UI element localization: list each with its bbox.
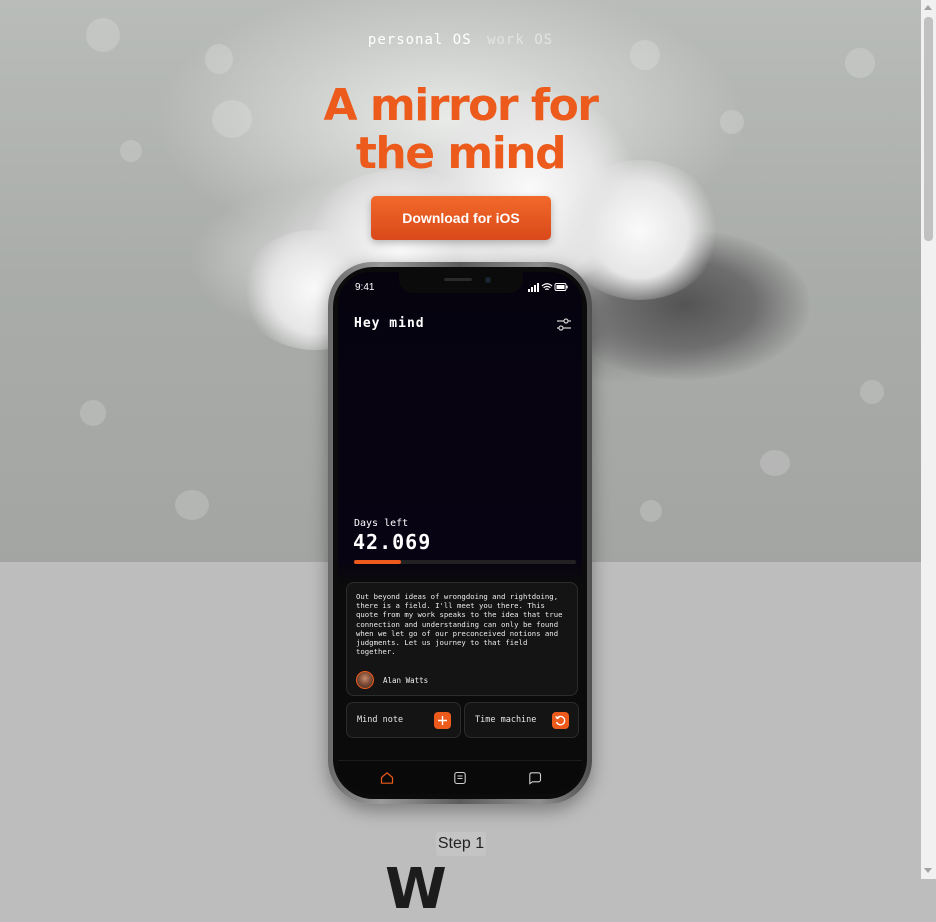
download-ios-button[interactable]: Download for iOS [371,196,551,240]
step-label: Step 1 [436,832,486,856]
tab-personal-os[interactable]: personal OS [368,32,472,48]
wifi-icon [541,283,553,291]
bottom-tab-bar [338,760,582,794]
home-icon[interactable] [380,771,394,785]
time-machine-button[interactable]: Time machine [464,702,579,738]
cloud-puff [560,160,720,300]
phone-mockup: 9:41 Hey mind Days left 42.069 Out beyon… [328,262,592,804]
plus-icon [434,712,451,729]
raindrop [205,44,233,74]
raindrop [640,500,662,522]
chat-icon[interactable] [528,771,542,785]
phone-screen: 9:41 Hey mind Days left 42.069 Out beyon… [338,272,582,794]
scroll-down-arrow-icon[interactable] [924,868,932,873]
headline-line: the mind [355,128,567,179]
os-switcher: personal OS work OS [0,32,921,48]
status-time: 9:41 [355,282,375,293]
raindrop [175,490,209,520]
action-label: Mind note [357,715,404,725]
speaker-grille [444,278,472,281]
scrollbar[interactable] [921,0,936,879]
days-progress-track [354,560,576,564]
raindrop [760,450,790,476]
phone-notch [399,272,523,293]
signal-icon [528,283,539,292]
scrollbar-thumb[interactable] [924,17,933,241]
camera-icon [485,277,491,283]
days-left-value: 42.069 [353,530,432,554]
scroll-up-arrow-icon[interactable] [924,5,932,10]
greeting: Hey mind [354,316,425,331]
action-label: Time machine [475,715,537,725]
history-icon [552,712,569,729]
days-progress-fill [354,560,401,564]
tab-work-os[interactable]: work OS [487,32,553,48]
hero-headline: A mirror for the mind [0,82,921,178]
author-name: Alan Watts [383,676,429,685]
raindrop [860,380,884,404]
days-left-label: Days left [354,518,409,529]
author-avatar [356,671,374,689]
status-icons [528,283,568,292]
section-heading: W [385,857,447,922]
battery-icon [554,283,568,291]
quote-card[interactable]: Out beyond ideas of wrongdoing and right… [346,582,578,696]
notes-icon[interactable] [453,771,467,785]
headline-line: A mirror for [323,80,599,131]
mind-note-button[interactable]: Mind note [346,702,461,738]
raindrop [80,400,106,426]
settings-sliders-icon[interactable] [556,317,572,333]
quote-text: Out beyond ideas of wrongdoing and right… [356,592,563,657]
raindrop [845,48,875,78]
